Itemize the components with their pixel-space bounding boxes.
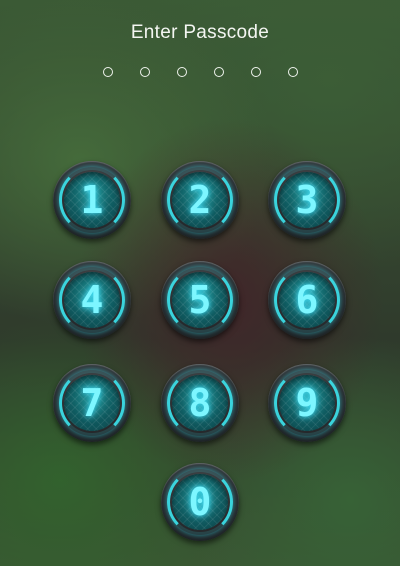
key-0-button[interactable]: 0 xyxy=(161,463,239,541)
passcode-dot xyxy=(139,67,150,77)
key-digit: 2 xyxy=(188,178,212,222)
key-1-button[interactable]: 1 xyxy=(53,161,131,239)
key-digit: 8 xyxy=(188,381,212,425)
key-3-button[interactable]: 3 xyxy=(268,161,346,239)
key-digit: 3 xyxy=(295,178,319,222)
key-2-button[interactable]: 2 xyxy=(161,161,239,239)
key-5-button[interactable]: 5 xyxy=(161,261,239,339)
passcode-title: Enter Passcode xyxy=(130,22,270,43)
passcode-dot xyxy=(250,67,261,77)
passcode-dot xyxy=(213,67,224,77)
key-4-button[interactable]: 4 xyxy=(53,261,131,339)
passcode-dot xyxy=(102,67,113,77)
passcode-dot xyxy=(287,67,298,77)
passcode-dot xyxy=(176,67,187,77)
key-digit: 6 xyxy=(295,278,319,322)
key-6-button[interactable]: 6 xyxy=(268,261,346,339)
passcode-indicator xyxy=(0,67,400,77)
key-8-button[interactable]: 8 xyxy=(161,364,239,442)
key-digit: 0 xyxy=(188,480,212,524)
key-digit: 7 xyxy=(80,381,104,425)
key-digit: 9 xyxy=(295,381,319,425)
key-9-button[interactable]: 9 xyxy=(268,364,346,442)
key-digit: 4 xyxy=(80,278,104,322)
key-digit: 1 xyxy=(80,178,104,222)
key-digit: 5 xyxy=(188,278,212,322)
key-7-button[interactable]: 7 xyxy=(53,364,131,442)
